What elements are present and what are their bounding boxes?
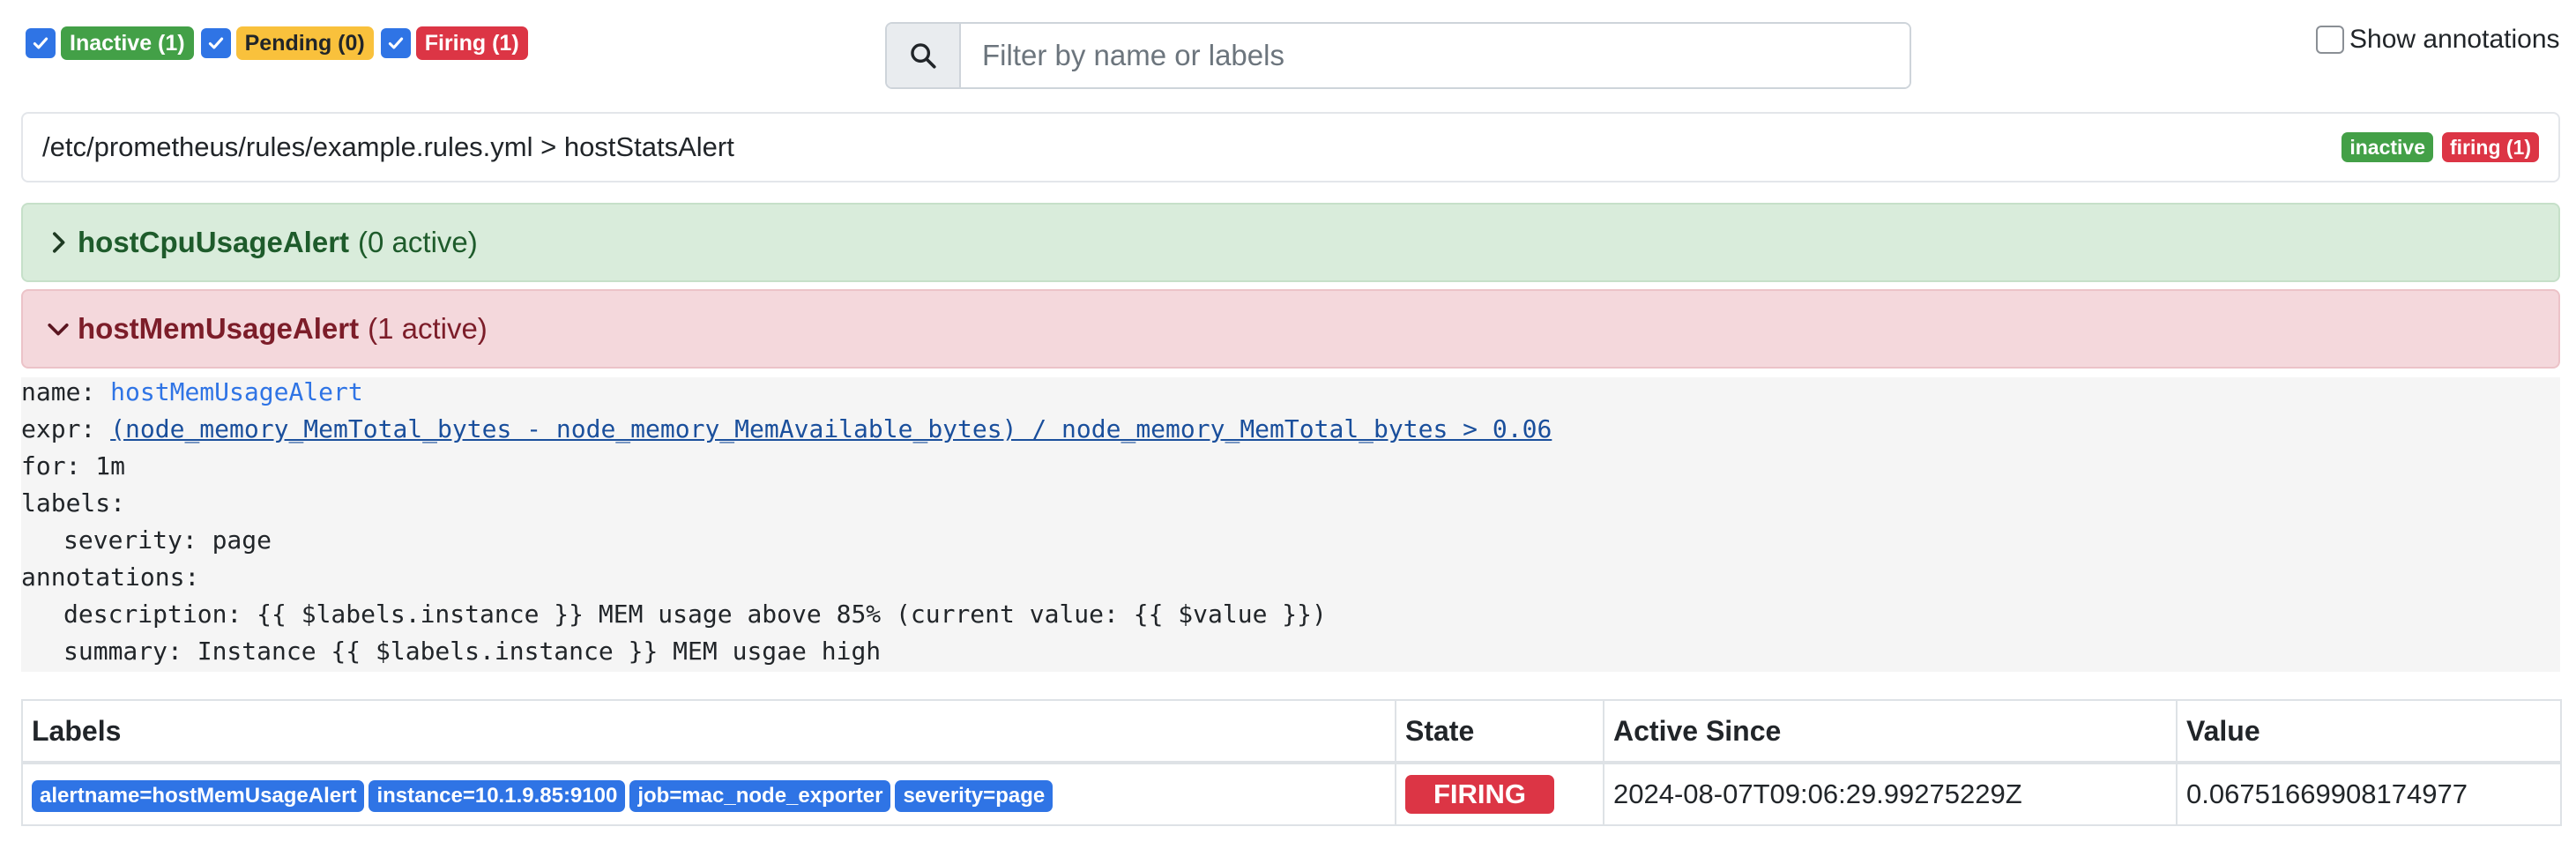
column-header-state: State	[1395, 699, 1604, 764]
state-cell: FIRING	[1395, 762, 1604, 826]
def-for-line: for: 1m	[21, 451, 126, 480]
label-badge: instance=10.1.9.85:9100	[369, 779, 626, 812]
check-icon	[33, 37, 48, 49]
pending-filter-badge: Pending (0)	[235, 26, 374, 60]
column-header-value: Value	[2176, 699, 2562, 764]
expr-query-link[interactable]: (node_memory_MemTotal_bytes - node_memor…	[110, 414, 1552, 443]
def-expr-line: expr: (node_memory_MemTotal_bytes - node…	[21, 414, 1552, 443]
pending-checkbox[interactable]	[200, 28, 231, 58]
rule-active-count: (0 active)	[358, 226, 478, 258]
show-annotations-checkbox[interactable]	[2316, 26, 2344, 54]
rule-row-hostMemUsageAlert[interactable]: hostMemUsageAlert (1 active)	[21, 289, 2560, 369]
label-badge: alertname=hostMemUsageAlert	[32, 779, 365, 812]
column-header-active-since: Active Since	[1603, 699, 2178, 764]
filter-pending[interactable]: Pending (0)	[200, 26, 374, 60]
group-inactive-badge: inactive	[2341, 132, 2433, 162]
status-badge: FIRING	[1405, 775, 1555, 814]
def-summary-line: summary: Instance {{ $labels.instance }}…	[63, 637, 882, 666]
search-icon	[911, 43, 936, 69]
column-header-labels: Labels	[21, 699, 1396, 764]
firing-checkbox[interactable]	[380, 28, 411, 58]
rule-group-header: /etc/prometheus/rules/example.rules.yml …	[21, 112, 2560, 182]
rule-name: hostMemUsageAlert	[78, 312, 360, 345]
labels-cell: alertname=hostMemUsageAlert instance=10.1…	[21, 762, 1396, 826]
rule-name: hostCpuUsageAlert	[78, 226, 350, 258]
alerts-page: Inactive (1) Pending (0) Firing (1) Show	[0, 0, 2576, 864]
show-annotations-label: Show annotations	[2349, 25, 2560, 54]
def-description-line: description: {{ $labels.instance }} MEM …	[63, 600, 1327, 629]
rule-name-link[interactable]: hostMemUsageAlert	[110, 377, 363, 406]
active-since-cell: 2024-08-07T09:06:29.99275229Z	[1603, 762, 2178, 826]
def-annotations-key: annotations:	[21, 562, 200, 592]
inactive-filter-badge: Inactive (1)	[61, 26, 194, 60]
label-badge: severity=page	[895, 779, 1053, 812]
alerts-table: Labels State Active Since Value alertnam…	[21, 699, 2562, 826]
table-header-row: Labels State Active Since Value	[21, 699, 2562, 764]
search-box	[885, 22, 1911, 89]
show-annotations-toggle[interactable]: Show annotations	[2316, 25, 2560, 55]
filter-inactive[interactable]: Inactive (1)	[26, 26, 194, 60]
def-name-key: name:	[21, 377, 96, 406]
def-expr-key: expr:	[21, 414, 96, 443]
table-row: alertname=hostMemUsageAlert instance=10.1…	[21, 762, 2562, 826]
chevron-right-icon	[52, 232, 65, 253]
label-badge: job=mac_node_exporter	[629, 779, 891, 812]
rule-group-badges: inactive firing (1)	[2333, 132, 2539, 162]
rule-group-title: /etc/prometheus/rules/example.rules.yml …	[42, 131, 734, 162]
state-filters: Inactive (1) Pending (0) Firing (1)	[26, 26, 535, 60]
group-firing-badge: firing (1)	[2442, 132, 2539, 162]
firing-filter-badge: Firing (1)	[415, 26, 528, 60]
search-addon	[887, 24, 961, 87]
def-severity-line: severity: page	[63, 525, 272, 555]
search-input[interactable]	[961, 24, 1910, 87]
chevron-down-icon	[48, 323, 69, 336]
rule-active-count: (1 active)	[368, 312, 488, 345]
check-icon	[208, 37, 223, 49]
value-cell: 0.06751669908174977	[2176, 762, 2562, 826]
def-labels-key: labels:	[21, 488, 126, 518]
rule-row-hostCpuUsageAlert[interactable]: hostCpuUsageAlert (0 active)	[21, 203, 2560, 282]
inactive-checkbox[interactable]	[26, 28, 56, 58]
check-icon	[388, 37, 403, 49]
def-name-line: name: hostMemUsageAlert	[21, 377, 363, 406]
filter-firing[interactable]: Firing (1)	[380, 26, 528, 60]
rule-definition: name: hostMemUsageAlert expr: (node_memo…	[21, 377, 2560, 672]
